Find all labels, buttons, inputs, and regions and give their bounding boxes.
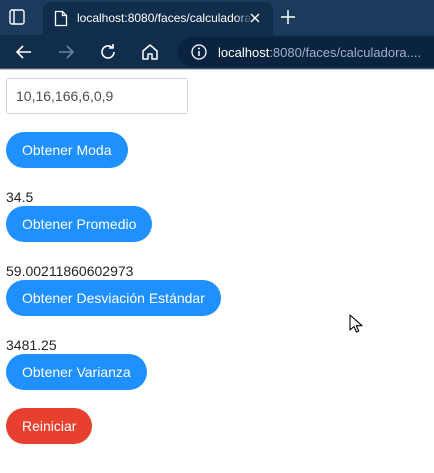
- address-bar[interactable]: localhost:8080/faces/calculadora....: [178, 37, 434, 67]
- browser-tab-active[interactable]: localhost:8080/faces/calculadora.xhtml: [43, 2, 273, 35]
- promedio-result: 59.00211860602973: [6, 263, 134, 279]
- refresh-icon[interactable]: [97, 41, 119, 63]
- numbers-input[interactable]: [6, 78, 188, 114]
- tab-actions-icon[interactable]: [8, 8, 26, 26]
- page-icon: [54, 10, 68, 27]
- obtener-promedio-button[interactable]: Obtener Promedio: [6, 206, 153, 242]
- obtener-desviacion-button[interactable]: Obtener Desviación Estándar: [6, 280, 221, 316]
- desviacion-result: 3481.25: [6, 337, 57, 353]
- obtener-varianza-button[interactable]: Obtener Varianza: [6, 354, 147, 390]
- reiniciar-button[interactable]: Reiniciar: [6, 408, 93, 444]
- info-icon[interactable]: [191, 44, 207, 60]
- browser-toolbar: localhost:8080/faces/calculadora....: [0, 35, 434, 68]
- obtener-moda-button[interactable]: Obtener Moda: [6, 132, 128, 168]
- url-host: localhost: [218, 45, 270, 60]
- tab-title: localhost:8080/faces/calculadora.xhtml: [77, 11, 253, 25]
- url-path: :8080/faces/calculadora....: [269, 45, 422, 60]
- back-arrow-icon[interactable]: [13, 41, 35, 63]
- browser-tab-strip: localhost:8080/faces/calculadora.xhtml: [0, 0, 434, 35]
- home-icon[interactable]: [139, 41, 161, 63]
- moda-result: 34.5: [6, 189, 34, 205]
- new-tab-icon[interactable]: [279, 8, 297, 26]
- forward-arrow-icon[interactable]: [55, 41, 77, 63]
- close-tab-icon[interactable]: [248, 11, 262, 25]
- url-text: localhost:8080/faces/calculadora....: [218, 45, 421, 60]
- mouse-cursor-icon: [349, 314, 363, 334]
- toolbar-shadow: [0, 68, 434, 70]
